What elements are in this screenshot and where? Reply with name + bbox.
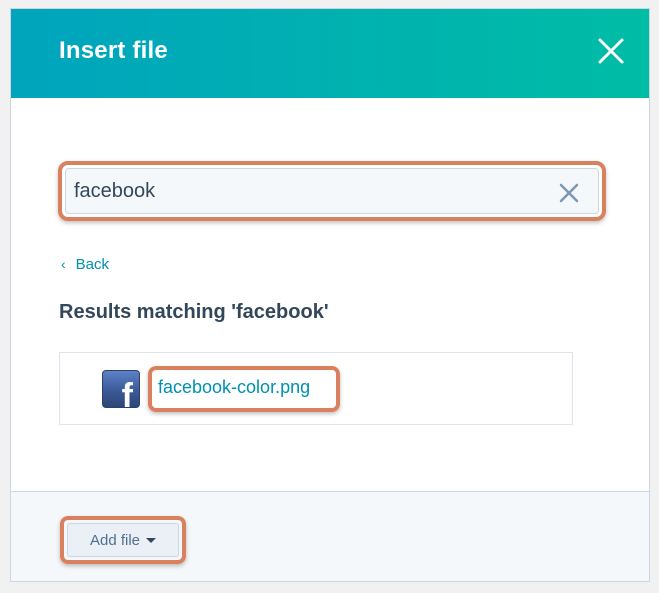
close-icon bbox=[598, 38, 624, 64]
panel-footer: Add file bbox=[11, 491, 649, 581]
results-heading: Results matching 'facebook' bbox=[59, 301, 329, 323]
panel-title: Insert file bbox=[59, 37, 168, 64]
insert-file-panel: Insert file ‹ Back Results matching 'face… bbox=[10, 8, 650, 582]
clear-icon bbox=[559, 183, 579, 203]
facebook-logo-letter: f bbox=[121, 377, 133, 408]
panel-header: Insert file bbox=[11, 9, 649, 98]
file-link[interactable]: facebook-color.png bbox=[158, 377, 310, 398]
search-field[interactable] bbox=[65, 168, 599, 214]
result-item: f facebook-color.png bbox=[59, 352, 573, 425]
close-button[interactable] bbox=[597, 37, 625, 65]
search-input[interactable] bbox=[74, 175, 534, 207]
screenshot-frame: Insert file ‹ Back Results matching 'face… bbox=[0, 0, 659, 593]
chevron-left-icon: ‹ bbox=[61, 256, 66, 272]
search-clear-button[interactable] bbox=[559, 183, 579, 203]
facebook-logo-icon: f bbox=[102, 370, 140, 408]
back-label: Back bbox=[75, 256, 110, 273]
caret-down-icon bbox=[146, 537, 157, 543]
add-file-label: Add file bbox=[89, 531, 141, 549]
back-link[interactable]: ‹ Back bbox=[61, 256, 109, 273]
add-file-button[interactable]: Add file bbox=[67, 523, 179, 557]
